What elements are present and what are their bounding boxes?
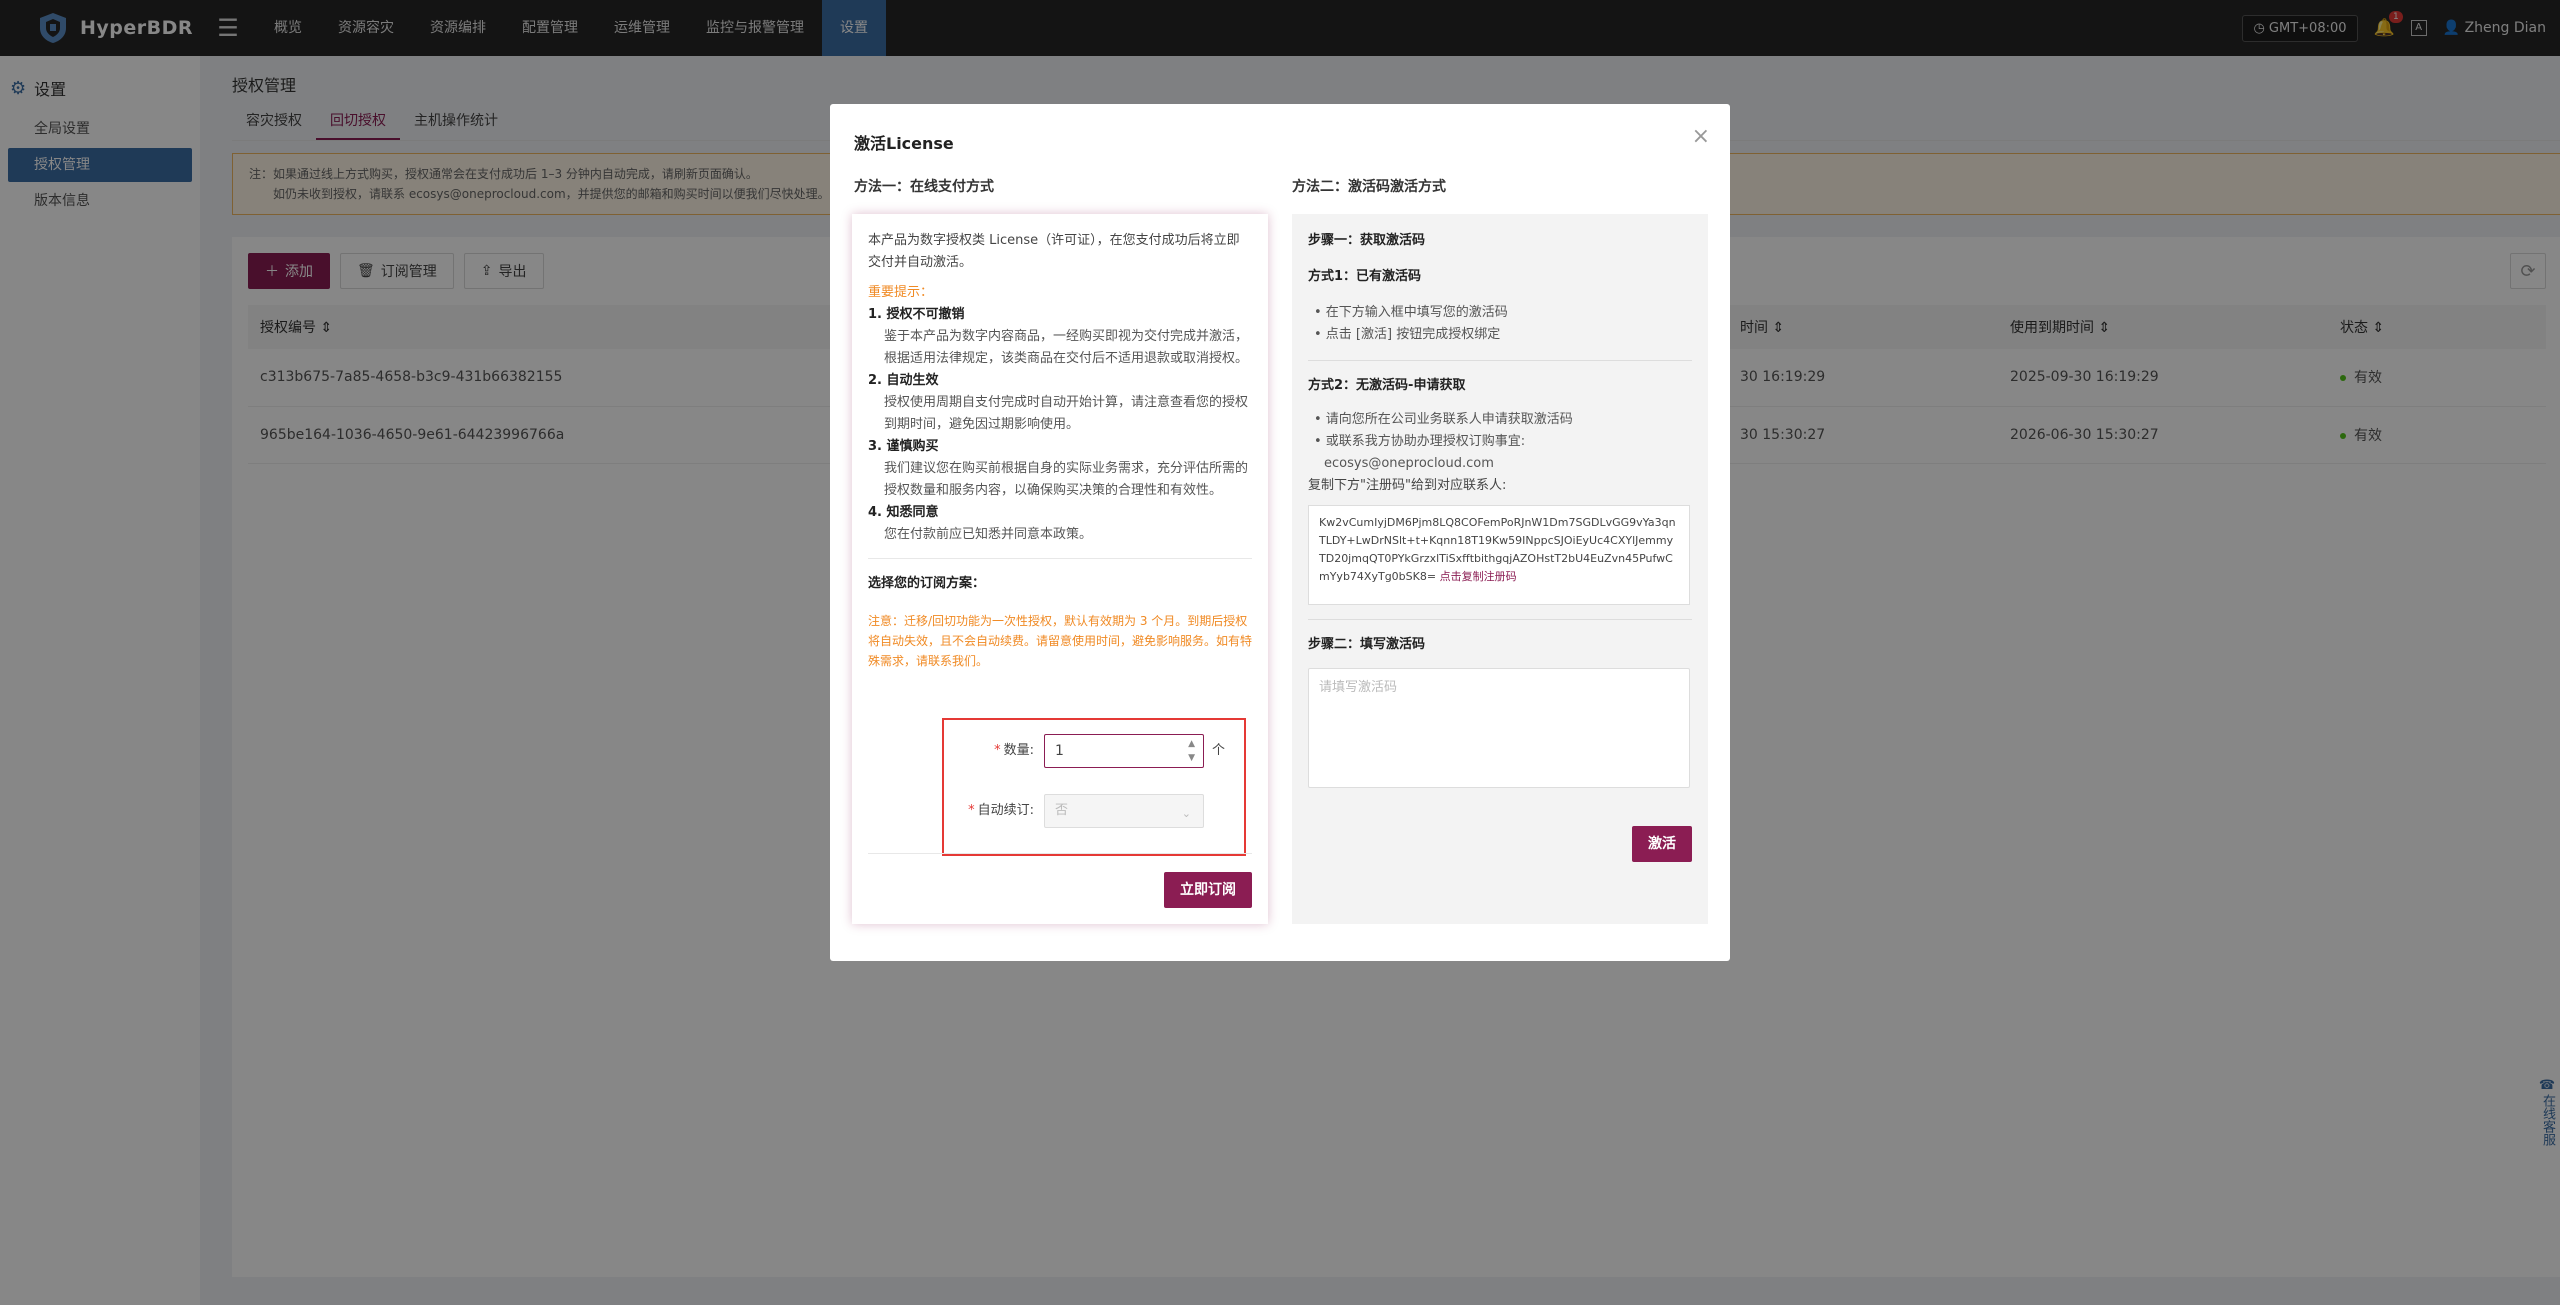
- registration-code-box: Kw2vCumIyjDM6Pjm8LQ8COFemPoRJnW1Dm7SGDLv…: [1308, 505, 1690, 605]
- activate-button[interactable]: 激活: [1632, 826, 1692, 862]
- quantity-stepper[interactable]: 1 ▲ ▼: [1044, 734, 1204, 768]
- quantity-label: * 数量:: [994, 743, 1034, 758]
- quantity-value: 1: [1055, 743, 1064, 759]
- way2-bullet: • 请向您所在公司业务联系人申请获取激活码: [1314, 412, 1573, 427]
- policy-heading: 1. 授权不可撤销: [868, 307, 965, 322]
- divider: [1308, 619, 1692, 620]
- intro-text: 本产品为数字授权类 License（许可证），在您支付成功后将立即交付并自动激活…: [868, 233, 1240, 270]
- policy-body: 我们建议您在购买前根据自身的实际业务需求，充分评估所需的授权数量和服务内容，以确…: [884, 461, 1249, 498]
- copy-code-link[interactable]: 点击复制注册码: [1440, 570, 1517, 583]
- plan-title: 选择您的订阅方案：: [868, 576, 986, 591]
- modal-title: 激活License: [854, 134, 954, 153]
- divider: [868, 853, 1252, 854]
- auto-renew-label: * 自动续订:: [968, 803, 1034, 818]
- quantity-unit: 个: [1212, 743, 1226, 758]
- activate-license-modal: 激活License × 方法一：在线支付方式 方法二：激活码激活方式 本产品为数…: [830, 104, 1730, 961]
- policy-body: 您在付款前应已知悉并同意本政策。: [884, 527, 1093, 542]
- way1-bullet: • 在下方输入框中填写您的激活码: [1314, 305, 1508, 320]
- method1-title: 方法一：在线支付方式: [854, 179, 994, 195]
- close-icon[interactable]: ×: [1692, 124, 1710, 149]
- arrow-up-icon[interactable]: ▲: [1188, 737, 1195, 751]
- policy-heading: 3. 谨慎购买: [868, 439, 939, 454]
- stepper-arrows[interactable]: ▲ ▼: [1188, 737, 1195, 765]
- step1-title: 步骤一：获取激活码: [1308, 233, 1426, 248]
- way1-bullet: • 点击 [激活] 按钮完成授权绑定: [1314, 327, 1501, 342]
- important-label: 重要提示：: [868, 285, 934, 300]
- subscription-form-highlight: * 数量: 1 ▲ ▼ 个 * 自动续订: 否 ⌄: [942, 718, 1246, 856]
- subscribe-now-button[interactable]: 立即订阅: [1164, 872, 1252, 908]
- activation-code-input[interactable]: 请填写激活码: [1308, 668, 1690, 788]
- policy-body: 授权使用周期自支付完成时自动开始计算，请注意查看您的授权到期时间，避免因过期影响…: [884, 395, 1249, 432]
- way2-bullet: • 或联系我方协助办理授权订购事宜:: [1314, 434, 1526, 449]
- divider: [1308, 360, 1692, 361]
- auto-renew-value: 否: [1055, 803, 1069, 818]
- way1-title: 方式1：已有激活码: [1308, 269, 1422, 284]
- policy-heading: 2. 自动生效: [868, 373, 939, 388]
- arrow-down-icon[interactable]: ▼: [1188, 751, 1195, 765]
- contact-email: ecosys@oneprocloud.com: [1324, 456, 1494, 471]
- policy-body: 鉴于本产品为数字内容商品，一经购买即视为交付完成并激活，根据适用法律规定，该类商…: [884, 329, 1249, 366]
- divider: [868, 558, 1252, 559]
- method2-title: 方法二：激活码激活方式: [1292, 179, 1446, 195]
- step2-title: 步骤二：填写激活码: [1308, 637, 1426, 652]
- quantity-row: * 数量: 1 ▲ ▼ 个: [944, 734, 1225, 768]
- policy-heading: 4. 知悉同意: [868, 505, 939, 520]
- copy-hint: 复制下方"注册码"给到对应联系人:: [1308, 478, 1507, 493]
- auto-renew-row: * 自动续订: 否 ⌄: [944, 794, 1204, 828]
- auto-renew-select[interactable]: 否 ⌄: [1044, 794, 1204, 828]
- plan-warning: 注意：迁移/回切功能为一次性授权，默认有效期为 3 个月。到期后授权将自动失效，…: [868, 614, 1253, 668]
- way2-title: 方式2：无激活码-申请获取: [1308, 378, 1466, 393]
- chevron-down-icon: ⌄: [1181, 807, 1191, 820]
- activation-code-panel: 步骤一：获取激活码 方式1：已有激活码 • 在下方输入框中填写您的激活码 • 点…: [1292, 214, 1708, 924]
- online-payment-panel: 本产品为数字授权类 License（许可证），在您支付成功后将立即交付并自动激活…: [852, 214, 1268, 924]
